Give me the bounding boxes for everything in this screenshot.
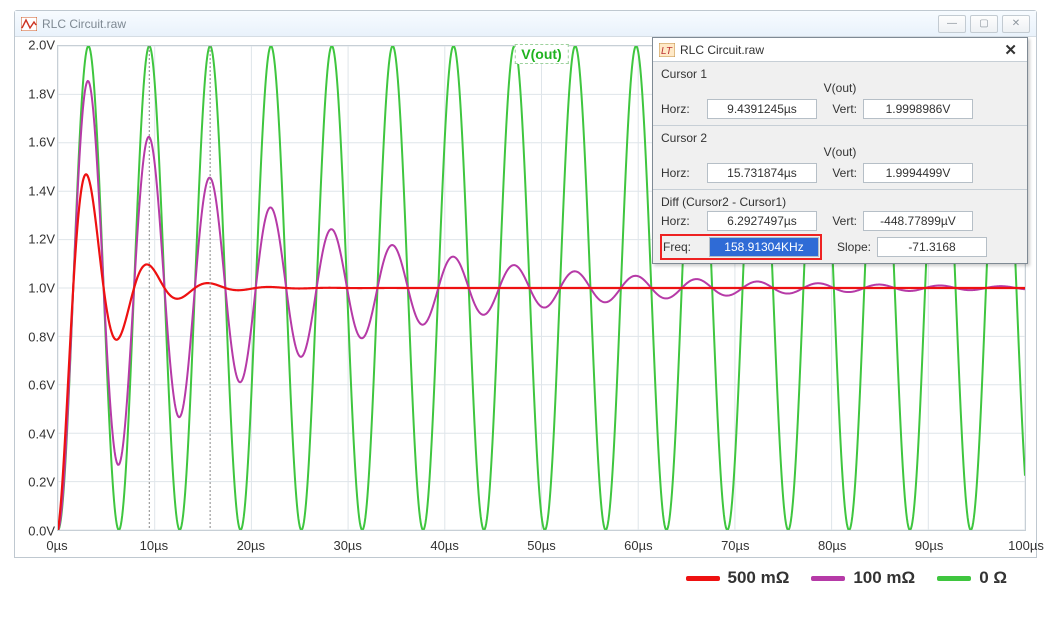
x-tick: 90µs [915,538,943,553]
c1-horz-value[interactable]: 9.4391245µs [707,99,817,119]
y-tick: 2.0V [15,38,55,53]
y-tick: 0.0V [15,524,55,539]
diff-slope-label: Slope: [827,240,871,254]
legend-item-100mohm: 100 mΩ [811,568,915,588]
cursor2-signal: V(out) [661,145,1019,161]
diff-section: Diff (Cursor2 - Cursor1) Horz: 6.2927497… [653,190,1027,263]
app-window: RLC Circuit.raw — ▢ ✕ V(out) 0.0V 0.2V 0.4… [14,10,1037,558]
app-icon [21,17,37,31]
diff-vert-value[interactable]: -448.77899µV [863,211,973,231]
titlebar[interactable]: RLC Circuit.raw — ▢ ✕ [15,11,1036,37]
x-tick: 20µs [237,538,265,553]
c1-vert-label: Vert: [823,102,857,116]
cursor2-header: Cursor 2 [661,129,1019,145]
diff-slope-value[interactable]: -71.3168 [877,237,987,257]
y-tick: 0.4V [15,426,55,441]
x-tick: 100µs [1008,538,1044,553]
external-legend: 500 mΩ 100 mΩ 0 Ω [14,568,1037,588]
x-tick: 0µs [46,538,67,553]
diff-horz-value[interactable]: 6.2927497µs [707,211,817,231]
c1-vert-value[interactable]: 1.9998986V [863,99,973,119]
x-tick: 40µs [430,538,458,553]
diff-freq-value[interactable]: 158.91304KHz [709,237,819,257]
legend-label-a: 500 mΩ [728,568,790,588]
svg-text:LT: LT [661,46,673,57]
x-tick: 30µs [333,538,361,553]
y-tick: 0.8V [15,329,55,344]
diff-horz-label: Horz: [661,214,701,228]
diff-header: Diff (Cursor2 - Cursor1) [661,193,1019,209]
trace-label[interactable]: V(out) [514,44,568,64]
x-tick: 50µs [527,538,555,553]
c2-horz-label: Horz: [661,166,701,180]
x-tick: 10µs [140,538,168,553]
close-button[interactable]: ✕ [1002,15,1030,33]
y-tick: 1.8V [15,86,55,101]
y-tick: 0.2V [15,475,55,490]
window-buttons: — ▢ ✕ [938,15,1030,33]
c1-horz-label: Horz: [661,102,701,116]
y-tick: 1.2V [15,232,55,247]
y-tick: 1.4V [15,183,55,198]
cursor1-section: Cursor 1 V(out) Horz: 9.4391245µs Vert: … [653,62,1027,123]
ltspice-icon: LT [659,43,675,57]
legend-swatch-green [937,576,971,581]
legend-item-0ohm: 0 Ω [937,568,1007,588]
y-tick: 1.6V [15,135,55,150]
legend-swatch-magenta [811,576,845,581]
c2-vert-value[interactable]: 1.9994499V [863,163,973,183]
x-tick: 70µs [721,538,749,553]
cursor1-header: Cursor 1 [661,65,1019,81]
maximize-button[interactable]: ▢ [970,15,998,33]
c2-horz-value[interactable]: 15.731874µs [707,163,817,183]
cursor-dialog-title: RLC Circuit.raw [680,43,764,57]
minimize-button[interactable]: — [938,15,966,33]
x-tick: 80µs [818,538,846,553]
diff-vert-label: Vert: [823,214,857,228]
cursor-dialog-close-button[interactable]: ✕ [1000,41,1021,59]
x-tick: 60µs [624,538,652,553]
legend-item-500mohm: 500 mΩ [686,568,790,588]
c2-vert-label: Vert: [823,166,857,180]
cursor-dialog[interactable]: LT RLC Circuit.raw ✕ Cursor 1 V(out) Hor… [652,37,1028,264]
cursor1-signal: V(out) [661,81,1019,97]
legend-label-c: 0 Ω [979,568,1007,588]
diff-freq-label: Freq: [663,240,703,254]
legend-swatch-red [686,576,720,581]
cursor-dialog-titlebar[interactable]: LT RLC Circuit.raw ✕ [653,38,1027,62]
y-tick: 1.0V [15,281,55,296]
window-title: RLC Circuit.raw [42,17,126,31]
cursor2-section: Cursor 2 V(out) Horz: 15.731874µs Vert: … [653,126,1027,187]
legend-label-b: 100 mΩ [853,568,915,588]
y-tick: 0.6V [15,378,55,393]
